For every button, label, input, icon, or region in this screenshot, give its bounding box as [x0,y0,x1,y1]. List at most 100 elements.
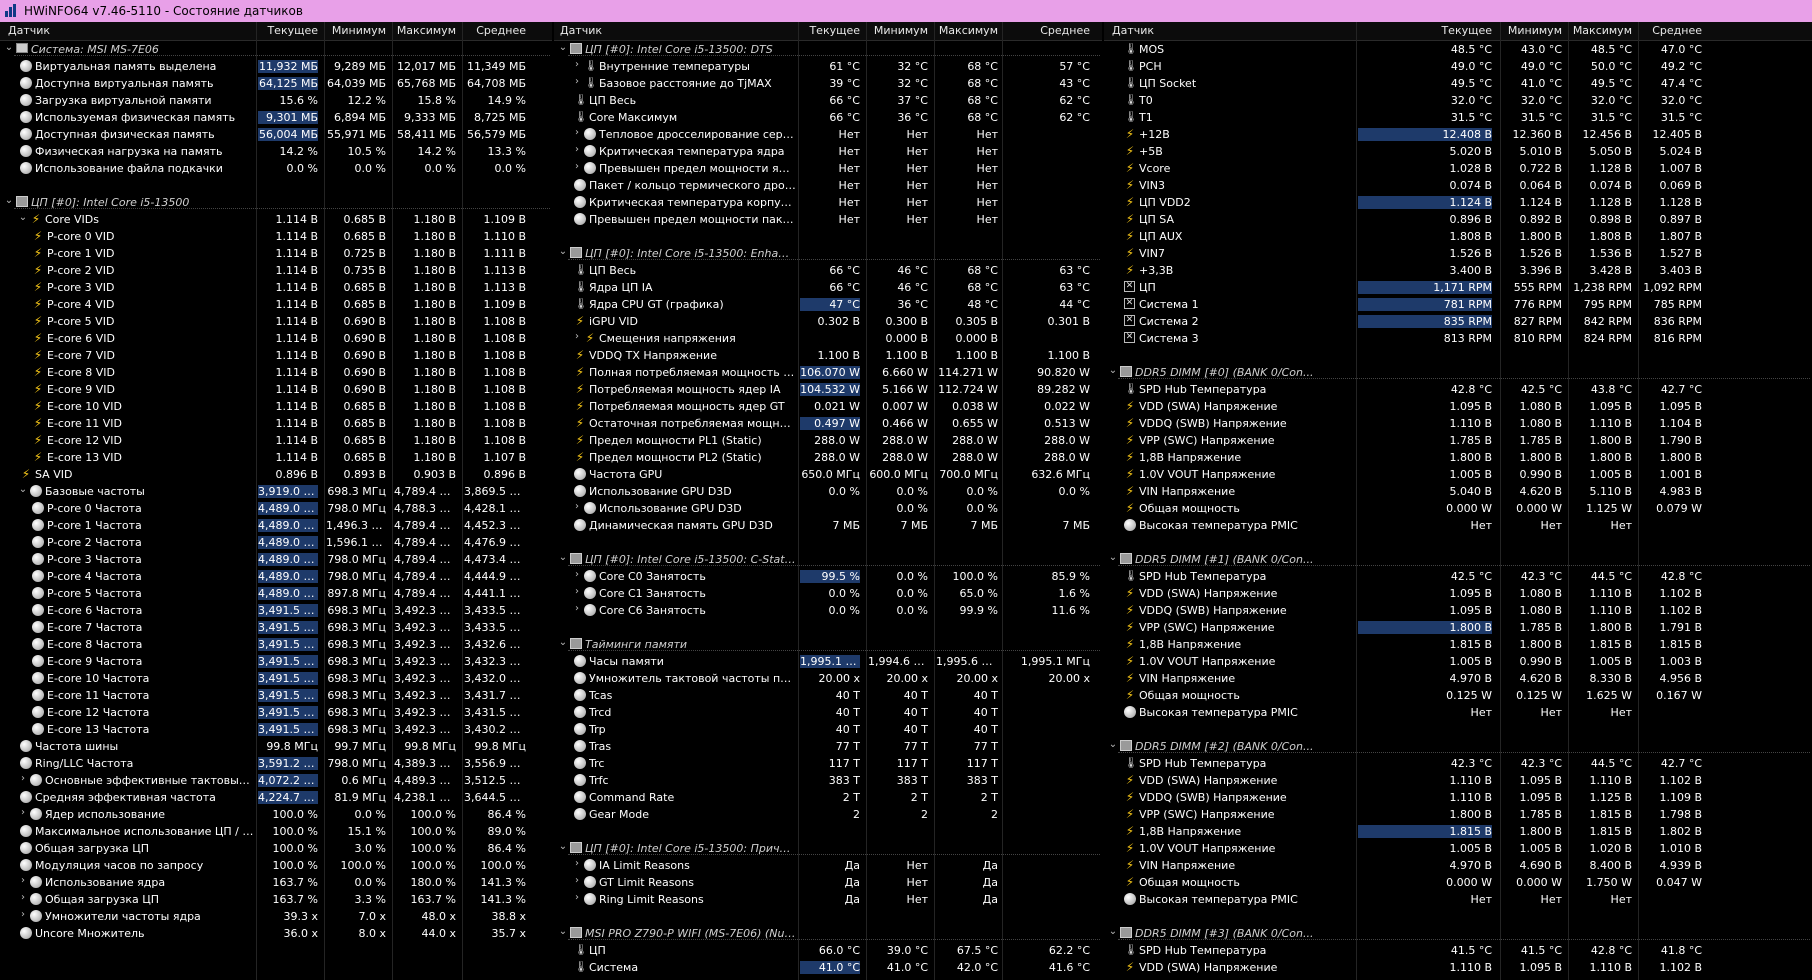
expand-chevron-icon[interactable]: › [572,893,582,903]
sensor-row[interactable]: ⚡ Потребляемая мощность ядер IA 104.532 W 5… [554,381,1102,398]
sensor-row[interactable]: E-core 8 Частота 3,491.5 МГц 698.3 МГц 3,49… [0,636,552,653]
sensor-row[interactable]: Динамическая память GPU D3D 7 МБ 7 МБ 7 МБ 7… [554,517,1102,534]
sensor-row[interactable]: › Core C0 Занятость 99.5 % 0.0 % 100.0 % 85.9… [554,568,1102,585]
sensor-row[interactable]: E-core 7 Частота 3,491.5 МГц 698.3 МГц 3,49… [0,619,552,636]
expand-chevron-icon[interactable]: › [18,774,28,784]
sensor-row[interactable]: ⚡ E-core 6 VID 1.114 В 0.690 В 1.180 В 1.108 … [0,330,552,347]
sensor-row[interactable]: ⚡ Остаточная потребляемая мощность чипа 0.… [554,415,1102,432]
sensor-row[interactable]: Высокая температура PMIC Нет Нет Нет [1104,517,1812,534]
column-header-current[interactable]: Текущее [1358,24,1492,37]
expand-chevron-icon[interactable]: › [572,570,582,580]
sensor-row[interactable]: ✕ Система 1 781 RPM 776 RPM 795 RPM 785 RPM [1104,296,1812,313]
sensor-row[interactable]: ⚡ VIN Напряжение 4.970 В 4.690 В 8.400 В 4.93… [1104,857,1812,874]
sensor-row[interactable]: 🌡T0 32.0 °C 32.0 °C 32.0 °C 32.0 °C [1104,92,1812,109]
sensor-row[interactable]: ⌄ ⚡ Core VIDs 1.114 В 0.685 В 1.180 В 1.109 В [0,211,552,228]
sensor-row[interactable]: ⚡ 1.0V VOUT Напряжение 1.005 В 0.990 В 1.005… [1104,466,1812,483]
sensor-row[interactable]: ⚡ Vcore 1.028 В 0.722 В 1.128 В 1.007 В [1104,160,1812,177]
sensor-group-row[interactable]: ⌄ DDR5 DIMM [#2] (BANK 0/Con... [1104,738,1812,755]
expand-chevron-icon[interactable]: › [572,876,582,886]
sensor-row[interactable]: Trcd 40 T 40 T 40 T [554,704,1102,721]
sensor-row[interactable]: ✕ ЦП 1,171 RPM 555 RPM 1,238 RPM 1,092 RPM [1104,279,1812,296]
sensor-row[interactable]: ⚡ E-core 10 VID 1.114 В 0.685 В 1.180 В 1.108… [0,398,552,415]
collapse-chevron-icon[interactable]: ⌄ [558,927,568,937]
collapse-chevron-icon[interactable]: ⌄ [4,43,14,53]
collapse-chevron-icon[interactable]: ⌄ [558,638,568,648]
sensor-row[interactable]: Превышен предел мощности пакета / кольца… [554,211,1102,228]
expand-chevron-icon[interactable]: › [572,332,582,342]
sensor-row[interactable]: Gear Mode 2 2 2 [554,806,1102,823]
sensor-row[interactable]: ⚡ VDD (SWA) Напряжение 1.095 В 1.080 В 1.095… [1104,398,1812,415]
sensor-row[interactable]: ⚡ 1,8В Напряжение 1.800 В 1.800 В 1.800 В 1.8… [1104,449,1812,466]
sensor-row[interactable]: P-core 3 Частота 4,489.0 МГц 798.0 МГц 4,78… [0,551,552,568]
expand-chevron-icon[interactable]: › [572,502,582,512]
column-header-sensor[interactable]: Датчик [1112,24,1358,37]
sensor-row[interactable]: ⚡ VDDQ (SWB) Напряжение 1.110 В 1.080 В 1.11… [1104,415,1812,432]
sensor-row[interactable]: Максимальное использование ЦП / потоков 1… [0,823,552,840]
sensor-row[interactable]: Частота шины 99.8 МГц 99.7 МГц 99.8 МГц 99.8… [0,738,552,755]
sensor-row[interactable]: ⚡ E-core 11 VID 1.114 В 0.685 В 1.180 В 1.108… [0,415,552,432]
sensor-group-row[interactable]: ⌄ DDR5 DIMM [#3] (BANK 0/Con... [1104,925,1812,942]
column-header[interactable]: Датчик Текущее Минимум Максимум Среднее [554,22,1102,41]
collapse-chevron-icon[interactable]: ⌄ [1108,553,1118,563]
sensor-row[interactable]: E-core 6 Частота 3,491.5 МГц 698.3 МГц 3,49… [0,602,552,619]
column-header-min[interactable]: Минимум [326,24,386,37]
sensor-row[interactable]: 🌡Ядра ЦП IA 66 °C 46 °C 68 °C 63 °C [554,279,1102,296]
sensor-row[interactable]: ⚡ Предел мощности PL2 (Static) 288.0 W 288.… [554,449,1102,466]
sensor-row[interactable]: Виртуальная память выделена 11,932 МБ 9,28… [0,58,552,75]
sensor-row[interactable]: › Core C6 Занятость 0.0 % 0.0 % 99.9 % 11.6 % [554,602,1102,619]
sensor-row[interactable]: P-core 1 Частота 4,489.0 МГц 1,496.3 МГц 4,… [0,517,552,534]
expand-chevron-icon[interactable]: › [572,128,582,138]
sensor-row[interactable]: Trc 117 T 117 T 117 T [554,755,1102,772]
sensor-row[interactable]: ⚡ P-core 0 VID 1.114 В 0.685 В 1.180 В 1.110 … [0,228,552,245]
sensor-pane-2[interactable]: Датчик Текущее Минимум Максимум Среднее ⌄ ЦП [… [554,22,1102,980]
sensor-row[interactable]: ⚡ P-core 4 VID 1.114 В 0.685 В 1.180 В 1.109 … [0,296,552,313]
sensor-row[interactable]: Tcas 40 T 40 T 40 T [554,687,1102,704]
sensor-group-row[interactable]: ⌄ ЦП [#0]: Intel Core i5-13500 [0,194,552,211]
sensor-row[interactable]: › Общая загрузка ЦП 163.7 % 3.3 % 163.7 % 141… [0,891,552,908]
sensor-row[interactable]: › Умножители частоты ядра 39.3 x 7.0 x 48.0 … [0,908,552,925]
sensor-row[interactable]: › Ring Limit Reasons Да Нет Да [554,891,1102,908]
sensor-row[interactable]: 🌡SPD Hub Температура 41.5 °C 41.5 °C 42.8 °… [1104,942,1812,959]
column-header-current[interactable]: Текущее [800,24,860,37]
sensor-row[interactable]: › GT Limit Reasons Да Нет Да [554,874,1102,891]
sensor-row[interactable]: › Тепловое дросселирование сердечника Нет Н… [554,126,1102,143]
sensor-row[interactable]: Физическая нагрузка на память 14.2 % 10.5 … [0,143,552,160]
sensor-row[interactable]: P-core 5 Частота 4,489.0 МГц 897.8 МГц 4,78… [0,585,552,602]
collapse-chevron-icon[interactable]: ⌄ [1108,366,1118,376]
sensor-row[interactable]: Частота GPU 650.0 МГц 600.0 МГц 700.0 МГц 63… [554,466,1102,483]
expand-chevron-icon[interactable]: › [572,145,582,155]
sensor-row[interactable]: 🌡ЦП 66.0 °C 39.0 °C 67.5 °C 62.2 °C [554,942,1102,959]
sensor-row[interactable]: ⚡ Общая мощность 0.125 W 0.125 W 1.625 W 0.16… [1104,687,1812,704]
sensor-row[interactable]: ›🌡Внутренние температуры 61 °C 32 °C 68 °C 5… [554,58,1102,75]
sensor-row[interactable]: Часы памяти 1,995.1 МГц 1,994.6 МГц 1,995.6… [554,653,1102,670]
sensor-row[interactable]: ⚡ Общая мощность 0.000 W 0.000 W 1.125 W 0.07… [1104,500,1812,517]
sensor-row[interactable]: ⚡ Полная потребляемая мощность ЦП 106.070 … [554,364,1102,381]
sensor-row[interactable]: Высокая температура PMIC Нет Нет Нет [1104,891,1812,908]
sensor-row[interactable]: › Ядер использование 100.0 % 0.0 % 100.0 % 86… [0,806,552,823]
sensor-pane-1[interactable]: Датчик Текущее Минимум Максимум Среднее ⌄ Сист… [0,22,552,980]
sensor-row[interactable]: ⚡ E-core 12 VID 1.114 В 0.685 В 1.180 В 1.108… [0,432,552,449]
sensor-row[interactable]: Использование файла подкачки 0.0 % 0.0 % 0.… [0,160,552,177]
sensor-row[interactable]: E-core 9 Частота 3,491.5 МГц 698.3 МГц 3,49… [0,653,552,670]
sensor-row[interactable]: ✕ Система 2 835 RPM 827 RPM 842 RPM 836 RPM [1104,313,1812,330]
sensor-row[interactable]: 🌡SPD Hub Температура 42.3 °C 42.3 °C 44.5 °… [1104,755,1812,772]
expand-chevron-icon[interactable]: › [572,859,582,869]
sensor-row[interactable]: Средняя эффективная частота 4,224.7 МГц 81… [0,789,552,806]
column-header-min[interactable]: Минимум [868,24,928,37]
sensor-row[interactable]: ⚡ SA VID 0.896 В 0.893 В 0.903 В 0.896 В [0,466,552,483]
sensor-row[interactable]: › Использование ядра 163.7 % 0.0 % 180.0 % 14… [0,874,552,891]
column-header-avg[interactable]: Среднее [464,24,526,37]
column-header-avg[interactable]: Среднее [1004,24,1090,37]
sensor-row[interactable]: Критическая температура корпуса / кольца… [554,194,1102,211]
sensor-row[interactable]: Tras 77 T 77 T 77 T [554,738,1102,755]
sensor-row[interactable]: Модуляция часов по запросу 100.0 % 100.0 %… [0,857,552,874]
sensor-row[interactable]: Trfc 383 T 383 T 383 T [554,772,1102,789]
sensor-row[interactable]: E-core 12 Частота 3,491.5 МГц 698.3 МГц 3,4… [0,704,552,721]
sensor-row[interactable]: 🌡Core Максимум 66 °C 36 °C 68 °C 62 °C [554,109,1102,126]
sensor-row[interactable]: › Использование GPU D3D 0.0 % 0.0 % [554,500,1102,517]
sensor-row[interactable]: 🌡ЦП Весь 66 °C 37 °C 68 °C 62 °C [554,92,1102,109]
column-header-sensor[interactable]: Датчик [8,24,258,37]
sensor-row[interactable]: › ⚡ Смещения напряжения 0.000 В 0.000 В [554,330,1102,347]
sensor-row[interactable]: › IA Limit Reasons Да Нет Да [554,857,1102,874]
sensor-pane-3[interactable]: ДатчикТекущееМинимумМаксимумСреднее🌡MOS4… [1104,22,1812,980]
